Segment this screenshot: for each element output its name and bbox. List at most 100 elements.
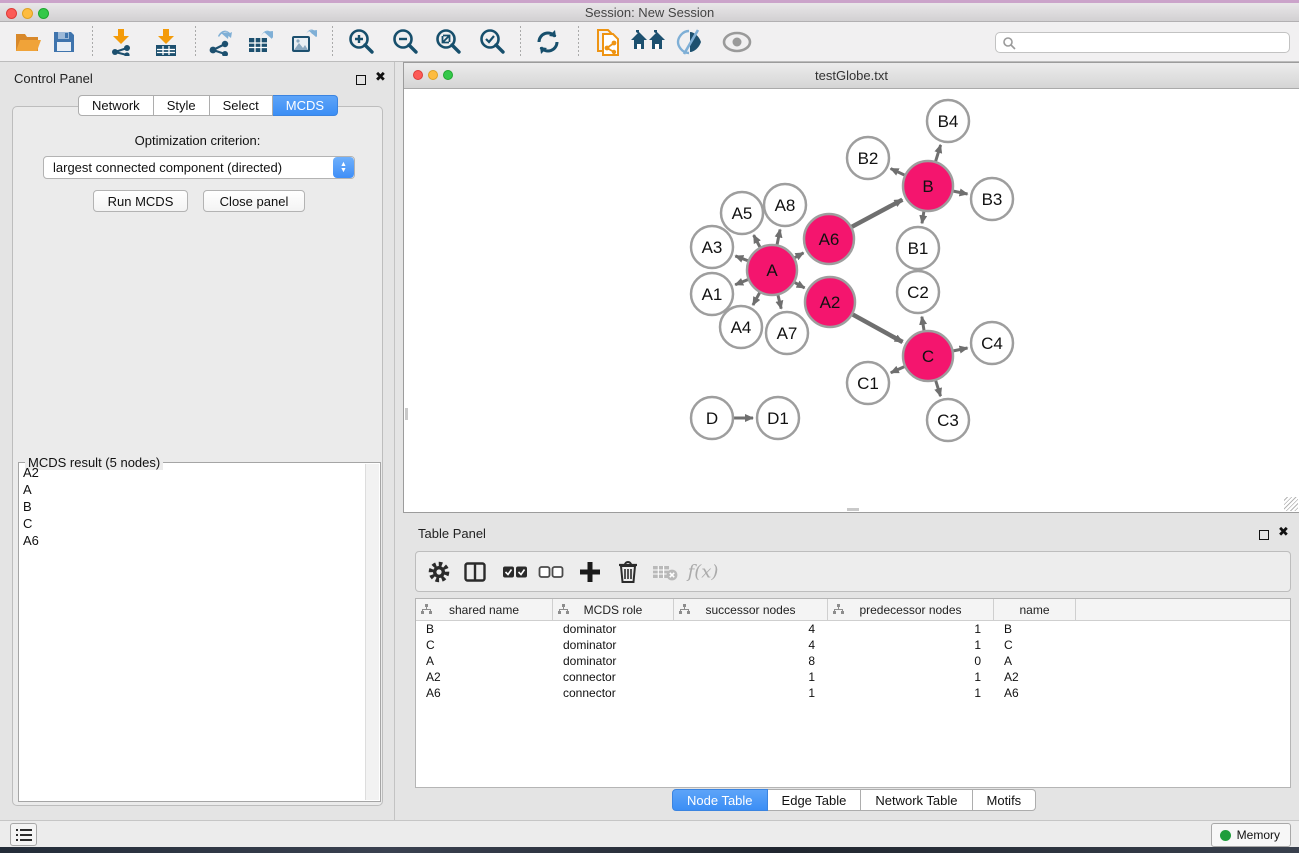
table-cell[interactable]: B (416, 622, 553, 636)
table-row[interactable]: Cdominator41C (416, 637, 1290, 653)
export-table-icon[interactable] (247, 28, 275, 56)
table-row[interactable]: Adominator80A (416, 653, 1290, 669)
zoom-fit-icon[interactable] (433, 27, 463, 57)
run-mcds-button[interactable]: Run MCDS (93, 190, 188, 212)
memory-button[interactable]: Memory (1211, 823, 1291, 847)
tab-network-table[interactable]: Network Table (861, 789, 972, 811)
vertical-scroll-indicator[interactable] (405, 408, 408, 420)
table-cell[interactable]: B (994, 622, 1076, 636)
tab-network[interactable]: Network (78, 95, 154, 116)
network-window-titlebar[interactable]: testGlobe.txt (404, 63, 1299, 89)
node-B[interactable]: B (903, 161, 953, 211)
node-A1[interactable]: A1 (691, 273, 733, 315)
edge-B-B4[interactable] (935, 145, 941, 163)
mcds-result-item[interactable]: A (19, 481, 366, 498)
table-cell[interactable]: connector (553, 686, 674, 700)
node-A7[interactable]: A7 (766, 312, 808, 354)
tab-edge-table[interactable]: Edge Table (768, 789, 862, 811)
delete-icon[interactable] (618, 560, 638, 584)
save-session-icon[interactable] (52, 30, 76, 54)
node-B3[interactable]: B3 (971, 178, 1013, 220)
refresh-icon[interactable] (534, 28, 562, 56)
tab-motifs[interactable]: Motifs (973, 789, 1037, 811)
table-cell[interactable]: A2 (416, 670, 553, 684)
table-cell[interactable]: 1 (828, 686, 994, 700)
table-cell[interactable]: 1 (828, 670, 994, 684)
edge-C-C2[interactable] (922, 317, 924, 333)
float-panel-icon[interactable] (356, 72, 366, 90)
hide-style-icon[interactable] (676, 29, 706, 55)
select-all-checkbox-icon[interactable] (502, 565, 528, 578)
node-D[interactable]: D (691, 397, 733, 439)
horizontal-scroll-indicator[interactable] (847, 508, 859, 511)
table-cell[interactable]: 0 (828, 654, 994, 668)
table-cell[interactable]: 8 (674, 654, 828, 668)
delete-table-icon[interactable] (652, 563, 678, 581)
close-panel-button[interactable]: Close panel (203, 190, 305, 212)
table-cell[interactable]: A6 (416, 686, 553, 700)
table-cell[interactable]: A (994, 654, 1076, 668)
scrollbar-track[interactable] (365, 464, 379, 800)
edge-A-A4[interactable] (753, 291, 761, 305)
settings-gear-icon[interactable] (427, 560, 451, 584)
node-C[interactable]: C (903, 331, 953, 381)
edge-C-C1[interactable] (891, 366, 906, 373)
resize-grip[interactable] (1284, 497, 1298, 511)
new-network-icon[interactable] (595, 27, 621, 57)
close-window-icon[interactable] (6, 8, 17, 19)
export-network-icon[interactable] (205, 28, 233, 56)
node-A6[interactable]: A6 (804, 214, 854, 264)
edge-A6-B[interactable] (850, 200, 902, 228)
edge-A-A3[interactable] (735, 256, 749, 261)
table-header-row[interactable]: shared nameMCDS rolesuccessor nodesprede… (416, 599, 1290, 621)
import-network-icon[interactable] (108, 28, 134, 56)
node-table[interactable]: shared nameMCDS rolesuccessor nodesprede… (415, 598, 1291, 788)
close-panel-icon[interactable]: ✖ (1278, 527, 1289, 537)
table-cell[interactable]: connector (553, 670, 674, 684)
search-field[interactable] (995, 32, 1290, 53)
mcds-result-item[interactable]: C (19, 515, 366, 532)
node-C3[interactable]: C3 (927, 399, 969, 441)
column-header-MCDS-role[interactable]: MCDS role (553, 599, 674, 620)
tab-node-table[interactable]: Node Table (672, 789, 768, 811)
mcds-result-list[interactable]: A2ABCA6 (19, 464, 366, 800)
minimize-window-icon[interactable] (428, 70, 438, 80)
zoom-selected-icon[interactable] (477, 27, 507, 57)
column-header-predecessor-nodes[interactable]: predecessor nodes (828, 599, 994, 620)
table-cell[interactable]: 4 (674, 638, 828, 652)
node-A[interactable]: A (747, 245, 797, 295)
table-cell[interactable]: dominator (553, 622, 674, 636)
mcds-result-item[interactable]: A6 (19, 532, 366, 549)
close-panel-icon[interactable]: ✖ (375, 72, 386, 82)
export-image-icon[interactable] (290, 28, 318, 56)
table-cell[interactable]: C (416, 638, 553, 652)
table-cell[interactable]: 1 (674, 670, 828, 684)
edge-A-A1[interactable] (735, 279, 750, 285)
table-cell[interactable]: 1 (828, 622, 994, 636)
node-A5[interactable]: A5 (721, 192, 763, 234)
edge-C-C3[interactable] (935, 379, 940, 396)
float-panel-icon[interactable] (1259, 527, 1269, 545)
open-file-icon[interactable] (14, 30, 42, 54)
function-builder-icon[interactable]: f(x) (688, 561, 719, 582)
edge-B-B2[interactable] (891, 169, 907, 176)
add-column-icon[interactable] (579, 561, 601, 583)
zoom-out-icon[interactable] (390, 27, 420, 57)
node-A8[interactable]: A8 (764, 184, 806, 226)
close-window-icon[interactable] (413, 70, 423, 80)
criterion-dropdown[interactable]: largest connected component (directed) ▲… (43, 156, 355, 179)
zoom-in-icon[interactable] (346, 27, 376, 57)
edge-A-A7[interactable] (778, 293, 782, 308)
show-graphics-icon[interactable] (721, 31, 753, 53)
table-cell[interactable]: A2 (994, 670, 1076, 684)
edge-C-C4[interactable] (952, 348, 968, 351)
node-B4[interactable]: B4 (927, 100, 969, 142)
table-cell[interactable]: 1 (674, 686, 828, 700)
mcds-result-item[interactable]: A2 (19, 464, 366, 481)
zoom-window-icon[interactable] (38, 8, 49, 19)
show-panels-button[interactable] (10, 823, 37, 846)
table-cell[interactable]: 1 (828, 638, 994, 652)
table-cell[interactable]: 4 (674, 622, 828, 636)
node-B1[interactable]: B1 (897, 227, 939, 269)
edge-B-B3[interactable] (952, 191, 968, 194)
